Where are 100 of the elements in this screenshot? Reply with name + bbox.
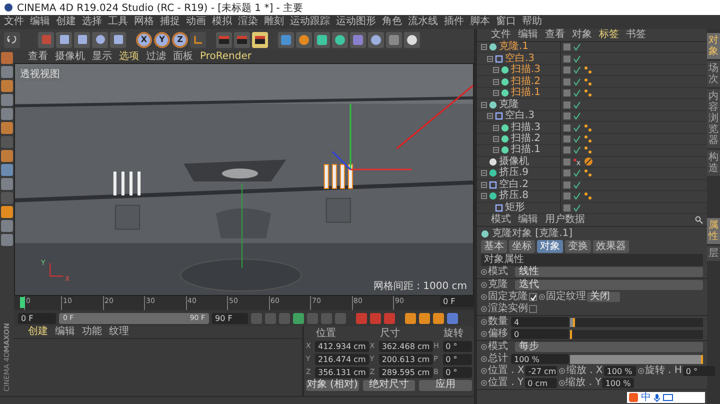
current-frame-field[interactable]: 0 F — [440, 296, 474, 307]
viewport-menu-item[interactable]: ProRender — [200, 50, 252, 62]
attributes-menu-item[interactable]: 用户数据 — [545, 214, 585, 226]
menu-item[interactable]: 捕捉 — [160, 16, 180, 28]
tag-dots-icon[interactable] — [584, 192, 592, 200]
attributes-menu-item[interactable]: 模式 — [491, 214, 511, 226]
attributes-menu-item[interactable]: 编辑 — [518, 214, 538, 226]
frame-range-fill[interactable] — [59, 312, 209, 324]
menu-item[interactable]: 编辑 — [30, 16, 50, 28]
tool-icon[interactable] — [38, 32, 54, 48]
object-name[interactable]: 扫描.2 — [511, 134, 541, 144]
tag-dots-icon[interactable] — [584, 146, 592, 154]
number-field[interactable]: 100 % — [602, 378, 634, 388]
side-tab[interactable]: 属性 — [707, 218, 720, 244]
side-tab[interactable]: 场次 — [707, 61, 720, 87]
keyframe-icon[interactable] — [539, 294, 545, 300]
checkbox[interactable] — [529, 305, 537, 313]
mode-tool-icon[interactable] — [1, 150, 13, 162]
size-field[interactable]: 200.613 cm — [378, 354, 433, 364]
mode-tool-icon[interactable] — [1, 206, 13, 218]
mode-tool-icon[interactable] — [1, 122, 13, 134]
object-name[interactable]: 扫描.3 — [511, 65, 541, 76]
position-field[interactable]: 412.934 cm — [315, 340, 369, 352]
expand-toggle-icon[interactable] — [481, 170, 487, 176]
side-tab[interactable]: 内容浏览器 — [707, 89, 720, 148]
object-name[interactable]: 克隆 — [499, 100, 519, 110]
object-tool-icon[interactable] — [314, 32, 330, 48]
playback-control-icon[interactable] — [321, 312, 332, 324]
rotation-field[interactable]: 0 ° — [442, 366, 472, 378]
keyframe-icon[interactable] — [638, 368, 644, 374]
dropdown[interactable]: 每步 — [515, 342, 703, 352]
menu-item[interactable]: 角色 — [382, 16, 402, 28]
coordinate-mode-dropdown[interactable]: 对象 (相对) — [306, 380, 359, 390]
number-field[interactable]: -27 cm — [525, 366, 558, 376]
side-tab[interactable]: 层 — [707, 246, 720, 261]
tool-icon[interactable] — [74, 32, 90, 48]
tag-dots-icon[interactable] — [584, 124, 592, 132]
object-tool-icon[interactable] — [278, 32, 294, 48]
expand-toggle-icon[interactable] — [493, 78, 499, 85]
menu-item[interactable]: 渲染 — [238, 16, 258, 28]
key-filter-icon[interactable] — [433, 312, 444, 324]
object-name[interactable]: 扫描.1 — [511, 88, 541, 98]
expand-toggle-icon[interactable] — [481, 44, 487, 50]
search-icon[interactable] — [695, 216, 703, 224]
attribute-tab[interactable]: 坐标 — [509, 240, 535, 253]
position-field[interactable]: 216.474 cm — [315, 354, 369, 364]
playback-control-icon[interactable] — [293, 312, 304, 324]
keyboard-icon[interactable] — [663, 394, 673, 401]
microphone-icon[interactable] — [654, 394, 660, 402]
record-key-icon[interactable] — [384, 312, 395, 324]
viewport-menu-item[interactable]: 面板 — [173, 50, 193, 62]
object-tool-icon[interactable] — [296, 32, 312, 48]
material-menu-item[interactable]: 纹理 — [109, 326, 129, 338]
key-filter-icon[interactable] — [405, 312, 416, 324]
attribute-tab[interactable]: 对象 — [537, 240, 563, 253]
object-manager-menu-item[interactable]: 对象 — [572, 29, 592, 41]
viewport-menu-item[interactable]: 摄像机 — [55, 50, 85, 62]
target-tag-icon[interactable] — [584, 157, 593, 166]
clapper-icon[interactable] — [252, 32, 268, 48]
expand-toggle-icon[interactable] — [481, 102, 487, 108]
menu-item[interactable]: 插件 — [444, 16, 464, 28]
tag-dots-icon[interactable] — [584, 169, 592, 178]
object-name[interactable]: 扫描.2 — [511, 76, 541, 87]
checkbox[interactable] — [529, 293, 537, 301]
menu-item[interactable]: 流水线 — [408, 16, 438, 28]
expand-toggle-icon[interactable] — [487, 56, 493, 62]
playback-control-icon[interactable] — [265, 312, 276, 324]
object-name[interactable]: 扫描.1 — [511, 145, 541, 156]
expand-toggle-icon[interactable] — [493, 124, 499, 131]
menu-item[interactable]: 运动跟踪 — [290, 16, 330, 28]
attribute-tab[interactable]: 基本 — [481, 240, 507, 253]
number-field[interactable]: 0 ° — [682, 366, 715, 376]
apply-button[interactable]: 应用 — [419, 380, 472, 390]
object-name[interactable]: 空白.2 — [499, 180, 529, 190]
playback-control-icon[interactable] — [307, 312, 318, 324]
expand-toggle-icon[interactable] — [487, 113, 493, 120]
object-tool-icon[interactable] — [332, 32, 348, 48]
material-menu-item[interactable]: 创建 — [28, 326, 48, 338]
rotation-field[interactable]: 0 ° — [442, 340, 472, 352]
menu-item[interactable]: 动画 — [186, 16, 206, 28]
playhead-marker[interactable] — [20, 297, 25, 308]
playback-control-icon[interactable] — [335, 312, 346, 324]
menu-item[interactable]: 脚本 — [470, 16, 490, 28]
object-manager-menu-item[interactable]: 书签 — [626, 29, 646, 41]
viewport-menu-item[interactable]: 选项 — [119, 50, 139, 62]
menu-item[interactable]: 模拟 — [212, 16, 232, 28]
mode-tool-icon[interactable] — [1, 80, 13, 92]
material-menu-item[interactable]: 功能 — [82, 326, 102, 338]
number-field[interactable]: 0 — [511, 329, 569, 339]
tool-icon[interactable] — [56, 32, 72, 48]
tag-dots-icon[interactable] — [584, 89, 592, 98]
number-field[interactable]: 0 cm — [524, 378, 557, 388]
object-tool-icon[interactable] — [404, 32, 420, 48]
object-name[interactable]: 摄像机 — [499, 156, 529, 167]
undo-icon[interactable] — [4, 32, 20, 48]
size-field[interactable]: 289.595 cm — [378, 366, 433, 378]
dropdown[interactable]: 线性 — [515, 267, 703, 277]
attribute-tab[interactable]: 变换 — [565, 240, 591, 253]
object-name[interactable]: 矩形 — [505, 202, 525, 213]
axis-lock-button[interactable]: Z — [172, 32, 188, 48]
